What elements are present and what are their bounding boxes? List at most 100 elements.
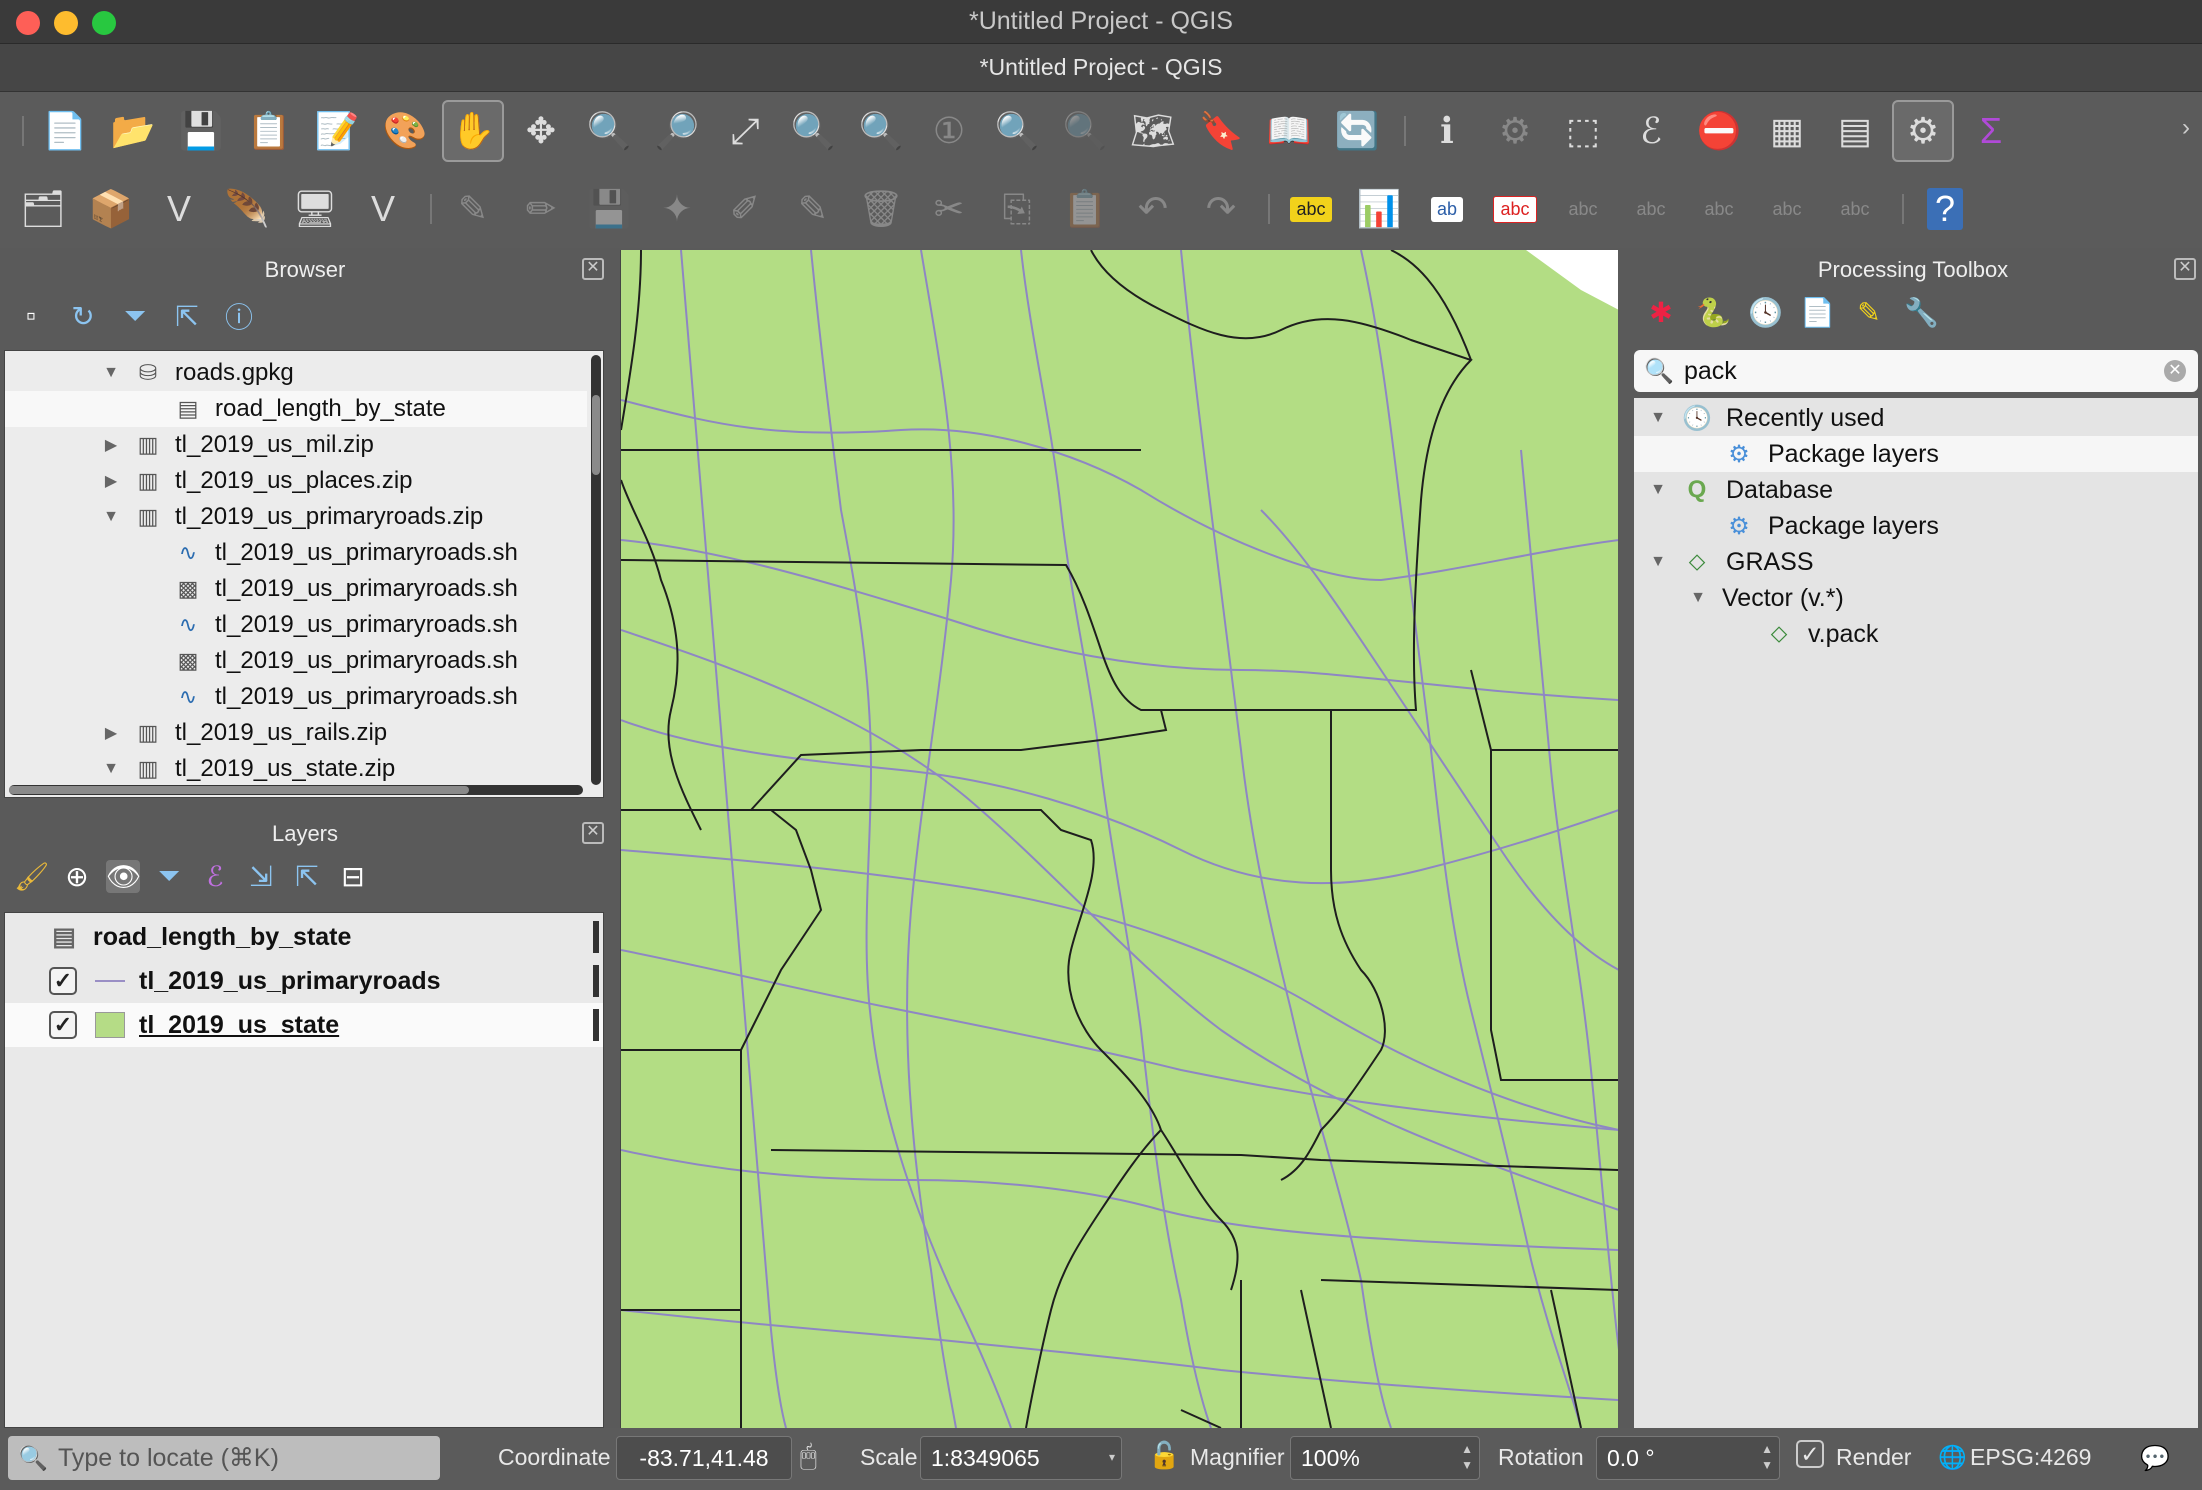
- zoom-full-icon[interactable]: ⤢: [714, 100, 776, 162]
- layer-item[interactable]: ✓ tl_2019_us_primaryroads: [5, 959, 603, 1003]
- style-layer-icon[interactable]: 🖌: [14, 860, 50, 893]
- lock-scale-icon[interactable]: 🔓: [1148, 1440, 1180, 1471]
- refresh-icon[interactable]: 🔄: [1326, 100, 1388, 162]
- layer-visibility-checkbox[interactable]: ✓: [49, 1011, 77, 1039]
- zoom-native-icon[interactable]: ①: [918, 100, 980, 162]
- new-project-icon[interactable]: 📄: [34, 100, 96, 162]
- run-action-icon[interactable]: ⚙: [1484, 100, 1546, 162]
- pin-labels-icon[interactable]: abc: [1552, 178, 1614, 240]
- current-edits-icon[interactable]: ✎: [442, 178, 504, 240]
- collapse-arrow-icon[interactable]: ▶: [101, 471, 121, 491]
- zoom-out-icon[interactable]: 🔎: [646, 100, 708, 162]
- browser-item[interactable]: ▶ ▥ tl_2019_us_places.zip: [5, 463, 587, 499]
- new-virtual-layer-icon[interactable]: 🖥: [284, 178, 346, 240]
- expand-arrow-icon[interactable]: ▼: [1688, 589, 1708, 607]
- options-icon[interactable]: 🔧: [1904, 296, 1939, 329]
- show-bookmarks-icon[interactable]: 📖: [1258, 100, 1320, 162]
- results-viewer-icon[interactable]: 📄: [1800, 296, 1835, 329]
- delete-selected-icon[interactable]: 🗑: [850, 178, 912, 240]
- layout-manager-icon[interactable]: 📝: [306, 100, 368, 162]
- new-temporary-layer-icon[interactable]: V: [352, 178, 414, 240]
- render-checkbox[interactable]: ✓: [1796, 1440, 1824, 1468]
- new-bookmark-icon[interactable]: 🔖: [1190, 100, 1252, 162]
- locator-search-input[interactable]: 🔍 Type to locate (⌘K): [8, 1436, 440, 1480]
- cut-features-icon[interactable]: ✂: [918, 178, 980, 240]
- pan-to-selection-icon[interactable]: ✥: [510, 100, 572, 162]
- browser-item[interactable]: ▶ ▥ tl_2019_us_mil.zip: [5, 427, 587, 463]
- expand-arrow-icon[interactable]: ▼: [101, 364, 121, 382]
- save-edits-icon[interactable]: 💾: [578, 178, 640, 240]
- toolbox-item[interactable]: ▼ 🕓 Recently used: [1634, 400, 2198, 436]
- processing-toolbox-icon[interactable]: ⚙: [1892, 100, 1954, 162]
- close-panel-icon[interactable]: ✕: [582, 258, 604, 280]
- browser-item[interactable]: ▩ tl_2019_us_primaryroads.sh: [5, 643, 587, 679]
- style-manager-icon[interactable]: 🎨: [374, 100, 436, 162]
- new-print-layout-icon[interactable]: 📋: [238, 100, 300, 162]
- collapse-all-icon[interactable]: ⇱: [170, 300, 204, 333]
- add-feature-icon[interactable]: ✦: [646, 178, 708, 240]
- python-scripts-icon[interactable]: 🐍: [1696, 296, 1731, 329]
- history-icon[interactable]: 🕓: [1748, 296, 1783, 329]
- refresh-icon[interactable]: ↻: [66, 300, 100, 333]
- coordinate-field[interactable]: -83.71,41.48: [616, 1436, 792, 1480]
- collapse-all-icon[interactable]: ⇱: [290, 860, 324, 893]
- select-by-expression-icon[interactable]: ℰ: [1620, 100, 1682, 162]
- deselect-all-icon[interactable]: ⛔: [1688, 100, 1750, 162]
- zoom-in-icon[interactable]: 🔍: [578, 100, 640, 162]
- layer-visibility-checkbox[interactable]: ✓: [49, 967, 77, 995]
- modify-attributes-icon[interactable]: ✎: [782, 178, 844, 240]
- expand-arrow-icon[interactable]: ▼: [101, 760, 121, 778]
- zoom-next-icon[interactable]: 🔍: [1054, 100, 1116, 162]
- expand-all-icon[interactable]: ⇲: [244, 860, 278, 893]
- new-shapefile-layer-icon[interactable]: V: [148, 178, 210, 240]
- new-spatialite-layer-icon[interactable]: 🪶: [216, 178, 278, 240]
- spinner-arrows-icon[interactable]: ▲ ▼: [1461, 1441, 1473, 1473]
- show-hide-labels-icon[interactable]: abc: [1484, 178, 1546, 240]
- toolbox-search-input[interactable]: 🔍 pack ✕: [1634, 350, 2198, 392]
- zoom-to-layer-icon[interactable]: 🔍: [850, 100, 912, 162]
- clear-search-icon[interactable]: ✕: [2164, 360, 2186, 382]
- collapse-arrow-icon[interactable]: ▶: [101, 435, 121, 455]
- change-label-icon[interactable]: abc: [1824, 178, 1886, 240]
- add-group-icon[interactable]: ⊕: [60, 860, 94, 893]
- browser-item[interactable]: ▼ ▥ tl_2019_us_primaryroads.zip: [5, 499, 587, 535]
- new-geopackage-layer-icon[interactable]: 📦: [80, 178, 142, 240]
- expand-arrow-icon[interactable]: ▼: [1648, 481, 1668, 499]
- save-project-icon[interactable]: 💾: [170, 100, 232, 162]
- messages-icon[interactable]: 💬: [2140, 1444, 2170, 1473]
- maximize-window-button[interactable]: [92, 11, 116, 35]
- layer-item[interactable]: ▤ road_length_by_state: [5, 915, 603, 959]
- zoom-last-icon[interactable]: 🔍: [986, 100, 1048, 162]
- identify-features-icon[interactable]: ℹ: [1416, 100, 1478, 162]
- toggle-extents-icon[interactable]: 🖱: [800, 1440, 817, 1473]
- paste-features-icon[interactable]: 📋: [1054, 178, 1116, 240]
- magnifier-spinbox[interactable]: 100% ▲ ▼: [1290, 1436, 1480, 1480]
- toggle-editing-icon[interactable]: ✏: [510, 178, 572, 240]
- toolbox-item[interactable]: ⬦ v.pack: [1634, 616, 2198, 652]
- expand-arrow-icon[interactable]: ▼: [101, 508, 121, 526]
- layer-item[interactable]: ✓ tl_2019_us_state: [5, 1003, 603, 1047]
- minimize-window-button[interactable]: [54, 11, 78, 35]
- undo-icon[interactable]: ↶: [1122, 178, 1184, 240]
- browser-item[interactable]: ∿ tl_2019_us_primaryroads.sh: [5, 679, 587, 715]
- field-calculator-icon[interactable]: ▤: [1824, 100, 1886, 162]
- browser-item[interactable]: ▤ road_length_by_state: [5, 391, 587, 427]
- attribute-table-icon[interactable]: ▦: [1756, 100, 1818, 162]
- rotation-spinbox[interactable]: 0.0 ° ▲ ▼: [1596, 1436, 1780, 1480]
- close-window-button[interactable]: [16, 11, 40, 35]
- new-map-view-icon[interactable]: 🗺: [1122, 100, 1184, 162]
- toolbox-item[interactable]: ⚙ Package layers: [1634, 436, 2198, 472]
- close-panel-icon[interactable]: ✕: [582, 822, 604, 844]
- redo-icon[interactable]: ↷: [1190, 178, 1252, 240]
- manage-visibility-icon[interactable]: 👁: [106, 860, 142, 893]
- browser-item[interactable]: ▼ ⛁ roads.gpkg: [5, 355, 587, 391]
- browser-item[interactable]: ∿ tl_2019_us_primaryroads.sh: [5, 607, 587, 643]
- browser-vertical-scrollbar[interactable]: [591, 355, 601, 785]
- spinner-arrows-icon[interactable]: ▲ ▼: [1761, 1441, 1773, 1473]
- toolbox-item[interactable]: ▼ Vector (v.*): [1634, 580, 2198, 616]
- highlight-pinned-labels-icon[interactable]: ab: [1416, 178, 1478, 240]
- hide-labels-icon[interactable]: abc: [1620, 178, 1682, 240]
- filter-icon[interactable]: ⏷: [118, 300, 152, 333]
- layer-diagram-icon[interactable]: 📊: [1348, 178, 1410, 240]
- data-source-manager-icon[interactable]: 🗂: [12, 178, 74, 240]
